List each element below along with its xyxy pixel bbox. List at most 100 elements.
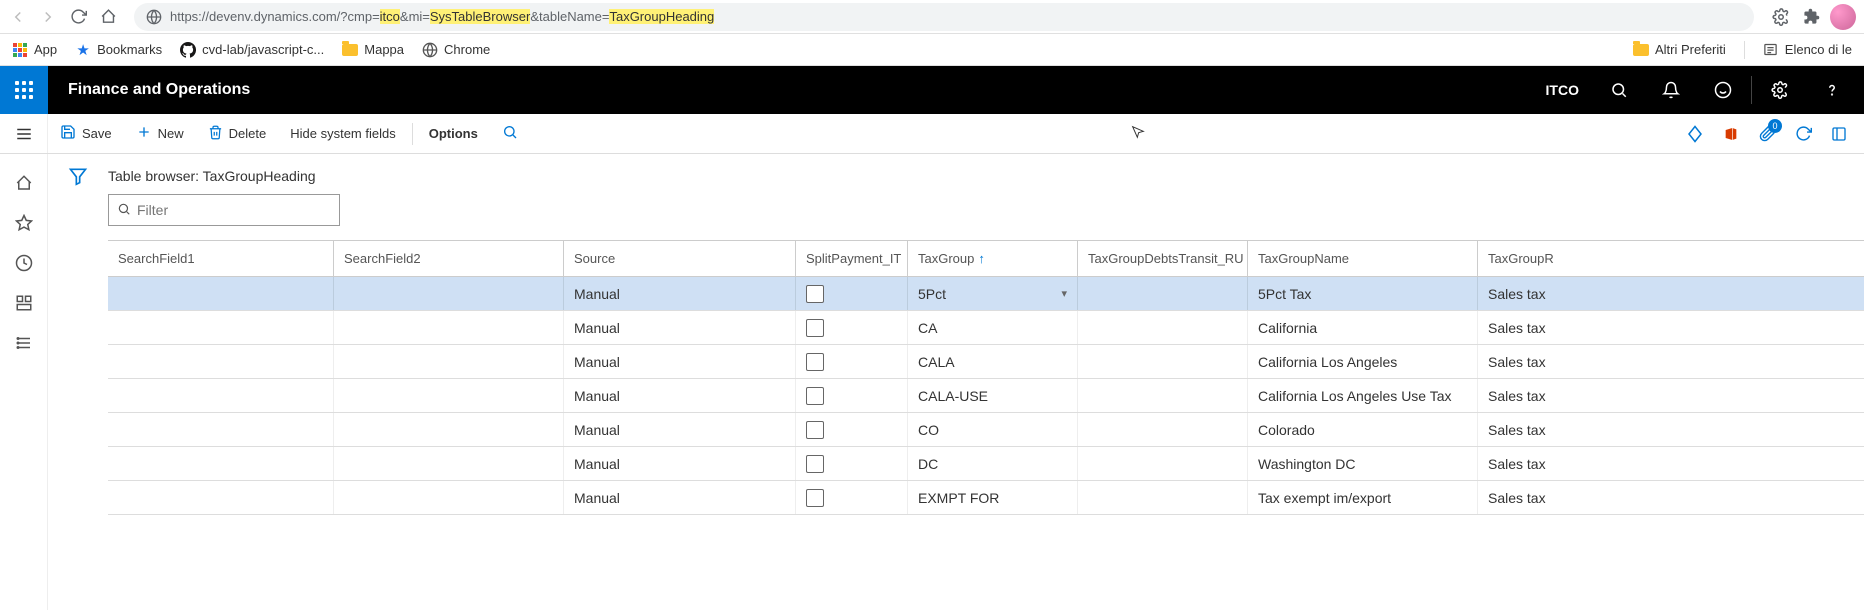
table-row[interactable]: Manual 5Pct▾ 5Pct Tax Sales tax (108, 277, 1864, 311)
notifications-icon[interactable] (1647, 66, 1695, 114)
apps-shortcut[interactable]: App (12, 42, 57, 58)
quick-filter[interactable] (108, 194, 340, 226)
cell-taxgroupname[interactable]: Colorado (1248, 413, 1478, 446)
site-info-icon[interactable] (144, 7, 164, 27)
feedback-icon[interactable] (1699, 66, 1747, 114)
cell-source[interactable]: Manual (564, 277, 796, 310)
company-selector[interactable]: ITCO (1534, 82, 1591, 98)
bookmark-mappa[interactable]: Mappa (342, 42, 404, 58)
col-source[interactable]: Source (564, 241, 796, 276)
cell-splitpayment[interactable] (796, 311, 908, 344)
cell-searchfield2[interactable] (334, 413, 564, 446)
cell-searchfield1[interactable] (108, 447, 334, 480)
cell-searchfield1[interactable] (108, 311, 334, 344)
help-icon[interactable] (1808, 66, 1856, 114)
cell-taxgroup[interactable]: EXMPT FOR (908, 481, 1078, 514)
app-launcher-icon[interactable] (0, 66, 48, 114)
cell-taxgroupdebts[interactable] (1078, 481, 1248, 514)
refresh-icon[interactable] (1786, 117, 1820, 151)
cell-taxgroup[interactable]: 5Pct▾ (908, 277, 1078, 310)
cell-searchfield1[interactable] (108, 277, 334, 310)
cell-searchfield2[interactable] (334, 277, 564, 310)
cell-searchfield2[interactable] (334, 447, 564, 480)
new-button[interactable]: New (124, 114, 196, 153)
col-splitpayment[interactable]: SplitPayment_IT (796, 241, 908, 276)
cell-splitpayment[interactable] (796, 277, 908, 310)
cell-taxgroup[interactable]: CO (908, 413, 1078, 446)
cell-source[interactable]: Manual (564, 447, 796, 480)
cell-taxgroup[interactable]: CA (908, 311, 1078, 344)
rail-workspaces-icon[interactable] (9, 288, 39, 318)
col-searchfield2[interactable]: SearchField2 (334, 241, 564, 276)
cell-taxgroupr[interactable]: Sales tax (1478, 413, 1608, 446)
cell-taxgroup[interactable]: CALA-USE (908, 379, 1078, 412)
popout-icon[interactable] (1822, 117, 1856, 151)
cell-taxgroupname[interactable]: California (1248, 311, 1478, 344)
filter-pane-icon[interactable] (68, 166, 88, 610)
cell-taxgroupdebts[interactable] (1078, 447, 1248, 480)
table-row[interactable]: Manual CALA California Los Angeles Sales… (108, 345, 1864, 379)
table-row[interactable]: Manual DC Washington DC Sales tax (108, 447, 1864, 481)
home-icon[interactable] (98, 7, 118, 27)
bookmark-bookmarks[interactable]: ★ Bookmarks (75, 42, 162, 58)
cell-splitpayment[interactable] (796, 413, 908, 446)
col-taxgroup[interactable]: TaxGroup ↑ (908, 241, 1078, 276)
office-icon[interactable] (1714, 117, 1748, 151)
attachments-icon[interactable]: 0 (1750, 117, 1784, 151)
cell-taxgroupdebts[interactable] (1078, 277, 1248, 310)
cell-taxgroupdebts[interactable] (1078, 345, 1248, 378)
quick-filter-input[interactable] (137, 202, 331, 218)
cell-taxgroupdebts[interactable] (1078, 379, 1248, 412)
cell-searchfield2[interactable] (334, 481, 564, 514)
cell-taxgroupr[interactable]: Sales tax (1478, 311, 1608, 344)
bookmark-reading-list[interactable]: Elenco di le (1763, 42, 1852, 58)
cell-taxgroupr[interactable]: Sales tax (1478, 481, 1608, 514)
rail-modules-icon[interactable] (9, 328, 39, 358)
hide-system-fields-button[interactable]: Hide system fields (278, 114, 407, 153)
cell-taxgroup[interactable]: DC (908, 447, 1078, 480)
cell-searchfield1[interactable] (108, 481, 334, 514)
cell-splitpayment[interactable] (796, 345, 908, 378)
cell-source[interactable]: Manual (564, 481, 796, 514)
cell-taxgroupname[interactable]: California Los Angeles (1248, 345, 1478, 378)
rail-home-icon[interactable] (9, 168, 39, 198)
cell-searchfield2[interactable] (334, 345, 564, 378)
checkbox[interactable] (806, 489, 824, 507)
cell-taxgroupname[interactable]: Washington DC (1248, 447, 1478, 480)
table-row[interactable]: Manual CA California Sales tax (108, 311, 1864, 345)
cell-taxgroupdebts[interactable] (1078, 413, 1248, 446)
settings-gear-icon[interactable] (1770, 6, 1792, 28)
cell-taxgroupdebts[interactable] (1078, 311, 1248, 344)
cell-taxgroupname[interactable]: 5Pct Tax (1248, 277, 1478, 310)
power-apps-icon[interactable] (1678, 117, 1712, 151)
chevron-down-icon[interactable]: ▾ (1061, 287, 1067, 300)
profile-avatar[interactable] (1830, 4, 1856, 30)
cell-searchfield2[interactable] (334, 311, 564, 344)
cell-splitpayment[interactable] (796, 379, 908, 412)
rail-recent-icon[interactable] (9, 248, 39, 278)
col-taxgroupname[interactable]: TaxGroupName (1248, 241, 1478, 276)
table-row[interactable]: Manual EXMPT FOR Tax exempt im/export Sa… (108, 481, 1864, 515)
cell-splitpayment[interactable] (796, 481, 908, 514)
cell-taxgroupname[interactable]: Tax exempt im/export (1248, 481, 1478, 514)
cell-source[interactable]: Manual (564, 345, 796, 378)
find-button[interactable] (490, 114, 530, 153)
settings-icon[interactable] (1756, 66, 1804, 114)
cell-source[interactable]: Manual (564, 413, 796, 446)
bookmark-other-favorites[interactable]: Altri Preferiti (1633, 42, 1726, 58)
extensions-icon[interactable] (1800, 6, 1822, 28)
cell-searchfield1[interactable] (108, 413, 334, 446)
nav-hamburger-icon[interactable] (0, 114, 48, 153)
options-button[interactable]: Options (417, 114, 490, 153)
nav-back-icon[interactable] (8, 7, 28, 27)
checkbox[interactable] (806, 421, 824, 439)
checkbox[interactable] (806, 285, 824, 303)
search-icon[interactable] (1595, 66, 1643, 114)
checkbox[interactable] (806, 353, 824, 371)
cell-taxgroupr[interactable]: Sales tax (1478, 447, 1608, 480)
reload-icon[interactable] (68, 7, 88, 27)
cell-splitpayment[interactable] (796, 447, 908, 480)
checkbox[interactable] (806, 387, 824, 405)
delete-button[interactable]: Delete (196, 114, 279, 153)
cell-taxgroupr[interactable]: Sales tax (1478, 345, 1608, 378)
